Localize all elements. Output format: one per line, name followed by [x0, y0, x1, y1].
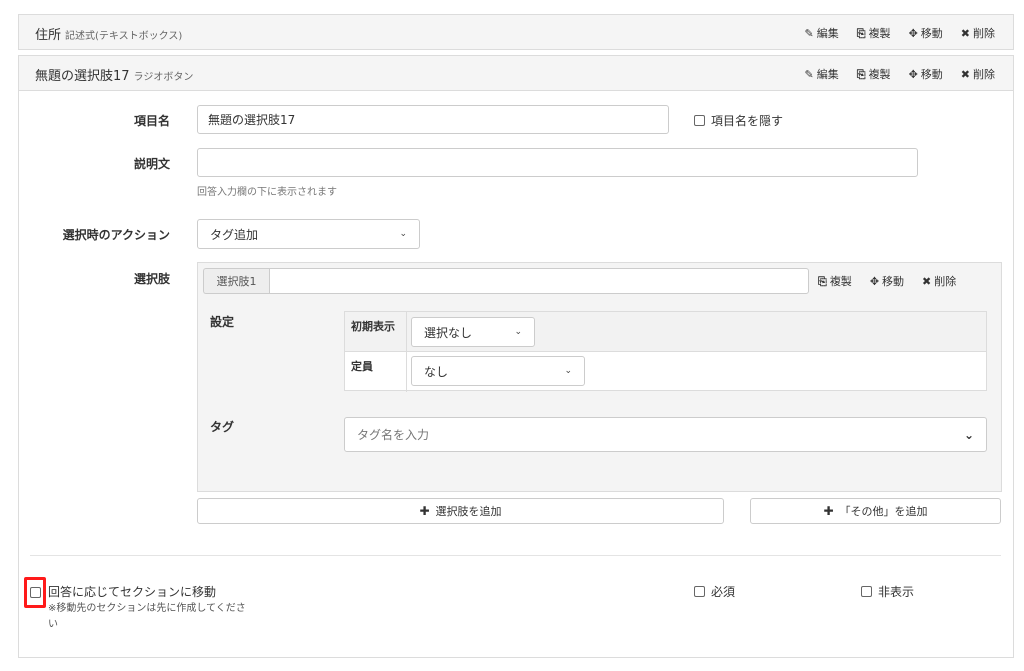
- pencil-icon: ✎: [804, 27, 814, 40]
- add-choice-button[interactable]: ✚ 選択肢を追加: [197, 498, 724, 524]
- choice-duplicate-button[interactable]: ⎘ 複製: [818, 273, 852, 289]
- copy-icon: ⎘: [818, 275, 827, 288]
- close-icon: ✖: [960, 68, 970, 81]
- section-jump-label: 回答に応じてセクションに移動: [48, 585, 217, 599]
- checkbox-icon: [861, 586, 872, 597]
- hidden-checkbox[interactable]: 非表示: [861, 583, 914, 600]
- edit-button[interactable]: ✎ 編集: [805, 66, 839, 82]
- section-jump-checkbox-highlight[interactable]: [24, 577, 46, 608]
- hide-name-checkbox[interactable]: 項目名を隠す: [694, 112, 783, 129]
- checkbox-icon: [694, 586, 705, 597]
- item-name-input[interactable]: 無題の選択肢17: [197, 105, 669, 134]
- item-header-address: 住所 記述式(テキストボックス) ✎ 編集 ⎘ 複製 ✥ 移動 ✖ 削除: [18, 14, 1014, 50]
- move-icon: ✥: [869, 275, 880, 288]
- description-label: 説明文: [133, 157, 170, 171]
- action-select[interactable]: タグ追加 ⌄: [197, 219, 420, 249]
- section-jump-note: ※移動先のセクションは先に作成してください: [48, 603, 246, 630]
- item-name-label: 項目名: [133, 114, 170, 128]
- add-other-button[interactable]: ✚ 「その他」を追加: [750, 498, 1001, 524]
- settings-label: 設定: [210, 315, 235, 329]
- initial-display-label: 初期表示: [345, 312, 407, 351]
- move-icon: ✥: [908, 68, 918, 81]
- item-title: 無題の選択肢17 ラジオボタン: [35, 65, 193, 84]
- tag-input[interactable]: タグ名を入力 ⌄: [344, 417, 987, 452]
- move-icon: ✥: [908, 27, 918, 40]
- duplicate-button[interactable]: ⎘ 複製: [857, 66, 891, 82]
- initial-display-select[interactable]: 選択なし ⌄: [411, 317, 535, 347]
- pencil-icon: ✎: [804, 68, 814, 81]
- item-type-label: 記述式(テキストボックス): [65, 31, 183, 42]
- move-button[interactable]: ✥ 移動: [909, 25, 943, 41]
- divider: [30, 555, 1001, 556]
- item-title-text: 無題の選択肢17: [35, 69, 130, 84]
- delete-button[interactable]: ✖ 削除: [961, 25, 995, 41]
- capacity-select[interactable]: なし ⌄: [411, 356, 585, 386]
- description-input[interactable]: [197, 148, 918, 177]
- chevron-down-icon: ⌄: [514, 327, 522, 337]
- checkbox-icon: [694, 115, 705, 126]
- item-header-choice: 無題の選択肢17 ラジオボタン ✎ 編集 ⎘ 複製 ✥ 移動 ✖ 削除: [18, 55, 1014, 91]
- choice-addon: 選択肢1: [203, 268, 269, 294]
- initial-display-row: 初期表示 選択なし ⌄: [345, 312, 986, 352]
- capacity-row: 定員 なし ⌄: [345, 352, 986, 392]
- settings-table: 初期表示 選択なし ⌄ 定員 なし ⌄: [344, 311, 987, 392]
- choice-input[interactable]: [269, 268, 809, 294]
- checkbox-icon: [30, 587, 41, 598]
- plus-icon: ✚: [823, 504, 834, 518]
- close-icon: ✖: [960, 27, 970, 40]
- tag-label: タグ: [210, 420, 235, 434]
- description-help: 回答入力欄の下に表示されます: [197, 187, 337, 198]
- item-actions: ✎ 編集 ⎘ 複製 ✥ 移動 ✖ 削除: [805, 66, 995, 82]
- choice-delete-button: ✖ 削除: [922, 275, 957, 288]
- capacity-label: 定員: [345, 352, 407, 392]
- duplicate-button[interactable]: ⎘ 複製: [857, 25, 891, 41]
- delete-button[interactable]: ✖ 削除: [961, 66, 995, 82]
- chevron-down-icon: ⌄: [564, 366, 572, 376]
- choices-label: 選択肢: [133, 272, 170, 286]
- action-label: 選択時のアクション: [62, 228, 170, 242]
- choice-actions: ⎘ 複製 ✥ 移動 ✖ 削除: [818, 273, 956, 289]
- item-actions: ✎ 編集 ⎘ 複製 ✥ 移動 ✖ 削除: [805, 25, 995, 41]
- chevron-down-icon: ⌄: [963, 427, 974, 442]
- move-button[interactable]: ✥ 移動: [909, 66, 943, 82]
- close-icon: ✖: [922, 275, 932, 288]
- copy-icon: ⎘: [856, 68, 866, 81]
- required-checkbox[interactable]: 必須: [694, 583, 735, 600]
- item-type-label: ラジオボタン: [133, 72, 194, 83]
- item-title-text: 住所: [35, 28, 62, 43]
- plus-icon: ✚: [419, 504, 430, 518]
- item-title: 住所 記述式(テキストボックス): [35, 24, 182, 43]
- copy-icon: ⎘: [856, 27, 866, 40]
- edit-button[interactable]: ✎ 編集: [805, 25, 839, 41]
- choice-move-button[interactable]: ✥ 移動: [870, 273, 904, 289]
- chevron-down-icon: ⌄: [399, 229, 407, 239]
